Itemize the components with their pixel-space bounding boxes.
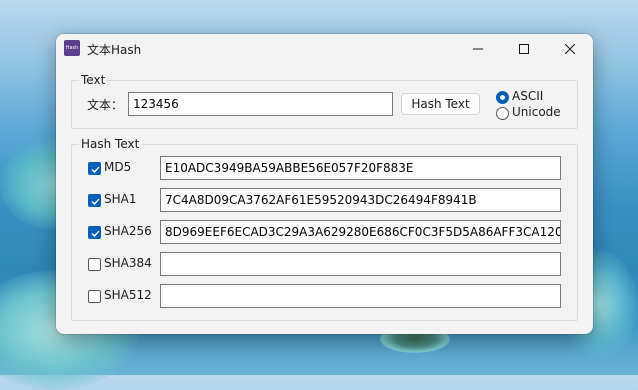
checkmark-icon (91, 166, 100, 174)
hash-group-title: Hash Text (79, 137, 142, 151)
text-input-label: 文本： (87, 98, 124, 112)
close-button[interactable] (547, 34, 593, 64)
hash-text-button[interactable]: Hash Text (401, 93, 480, 115)
unicode-radio[interactable] (496, 107, 509, 120)
sha512-output[interactable] (160, 284, 561, 308)
app-window: Hash 文本Hash Text 文本： 123456 Hash Text AS… (56, 34, 593, 334)
text-group-title: Text (79, 73, 108, 87)
sha256-label: SHA256 (104, 224, 152, 238)
checkmark-icon (91, 198, 100, 206)
window-title: 文本Hash (87, 43, 142, 57)
title-bar[interactable]: Hash 文本Hash (56, 34, 593, 64)
sha384-label: SHA384 (104, 256, 152, 270)
close-icon (565, 44, 575, 54)
minimize-icon (473, 48, 483, 50)
sha1-label: SHA1 (104, 192, 137, 206)
ascii-radio[interactable] (496, 91, 509, 104)
sha1-output[interactable]: 7C4A8D09CA3762AF61E59520943DC26494F8941B (160, 188, 561, 212)
md5-checkbox[interactable] (88, 162, 101, 175)
md5-output[interactable]: E10ADC3949BA59ABBE56E057F20F883E (160, 156, 561, 180)
sha512-checkbox[interactable] (88, 290, 101, 303)
sha256-checkbox[interactable] (88, 226, 101, 239)
maximize-icon (519, 44, 529, 54)
sha384-checkbox[interactable] (88, 258, 101, 271)
ascii-radio-label: ASCII (512, 89, 544, 103)
unicode-radio-label: Unicode (512, 105, 561, 119)
minimize-button[interactable] (455, 34, 501, 64)
sha384-output[interactable] (160, 252, 561, 276)
sha1-checkbox[interactable] (88, 194, 101, 207)
text-input[interactable]: 123456 (128, 92, 393, 116)
sha512-label: SHA512 (104, 288, 152, 302)
app-icon: Hash (64, 40, 80, 56)
md5-label: MD5 (104, 160, 132, 174)
checkmark-icon (91, 230, 100, 238)
sha256-output[interactable]: 8D969EEF6ECAD3C29A3A629280E686CF0C3F5D5A… (160, 220, 561, 244)
maximize-button[interactable] (501, 34, 547, 64)
